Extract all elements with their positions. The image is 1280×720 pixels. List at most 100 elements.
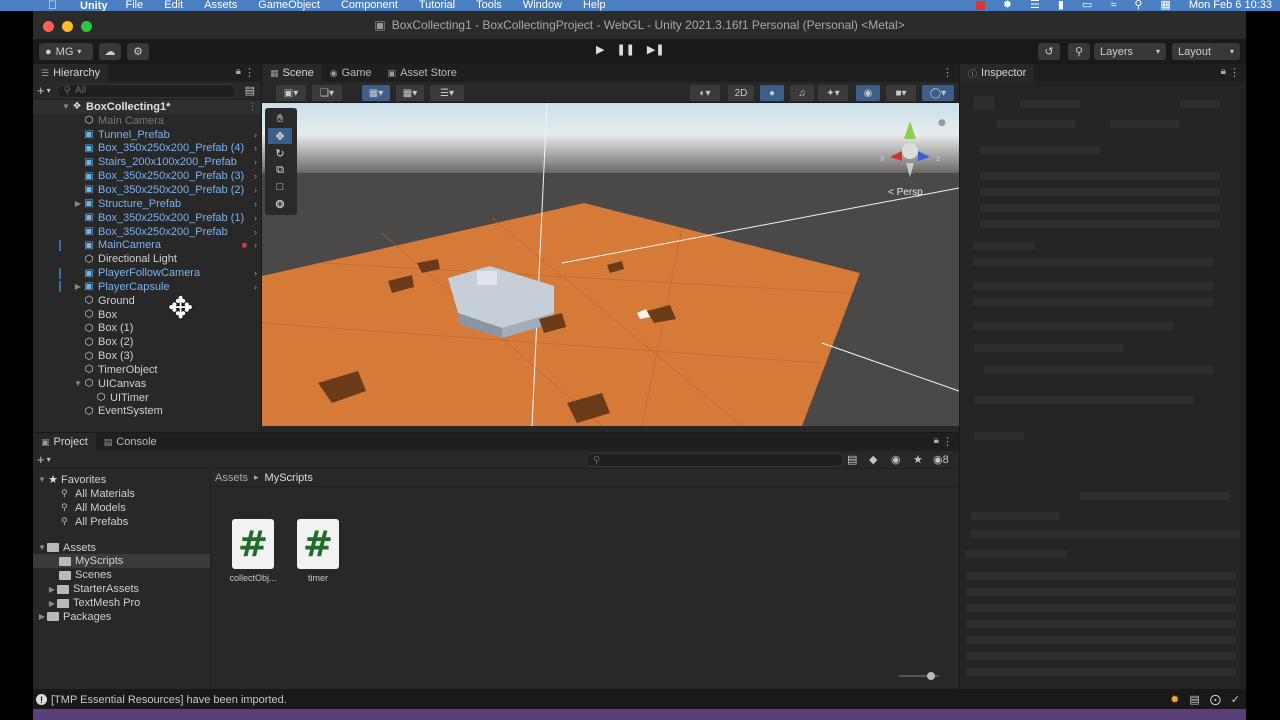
zoom-window-button[interactable] bbox=[81, 21, 92, 32]
search-button[interactable]: ⚲ bbox=[1068, 43, 1090, 60]
hierarchy-item[interactable]: ▣ Box_350x250x200_Prefab › bbox=[33, 225, 261, 239]
draw-mode-dropdown[interactable]: ▣▾ bbox=[276, 85, 306, 101]
ruler-button[interactable]: ☰▾ bbox=[430, 85, 464, 101]
snap-increment-button[interactable]: ▦▾ bbox=[396, 85, 424, 101]
hierarchy-item[interactable]: ⬡ Box (1) bbox=[33, 322, 261, 336]
favorites-row[interactable]: ▼ ★ Favorites bbox=[33, 473, 210, 487]
tray-app-icon[interactable]: ✹ bbox=[1003, 0, 1012, 11]
hierarchy-item[interactable]: ▶ ▣ PlayerCapsule › bbox=[33, 280, 261, 294]
camera-settings-dropdown[interactable]: ■▾ bbox=[886, 85, 916, 101]
effects-dropdown[interactable]: ✦▾ bbox=[818, 85, 848, 101]
more-options-icon[interactable]: ⋮ bbox=[942, 66, 953, 79]
hierarchy-item[interactable]: ⬡ Main Camera bbox=[33, 114, 261, 128]
chevron-right-icon[interactable]: › bbox=[254, 157, 257, 167]
chevron-right-icon[interactable]: › bbox=[254, 185, 257, 195]
scale-tool-icon[interactable]: ⧉ bbox=[268, 162, 292, 178]
expand-arrow-icon[interactable]: ▶ bbox=[47, 585, 57, 594]
more-options-icon[interactable]: ⋮ bbox=[1229, 66, 1240, 79]
add-icon[interactable]: + bbox=[37, 452, 45, 467]
tab-game[interactable]: ◉ Game bbox=[322, 64, 380, 82]
tab-inspector[interactable]: ⓘ Inspector bbox=[960, 64, 1035, 82]
play-button[interactable]: ▶ bbox=[596, 43, 604, 56]
hierarchy-item[interactable]: ▣ Box_350x250x200_Prefab (4) › bbox=[33, 142, 261, 156]
persp-label[interactable]: < Persp bbox=[888, 187, 923, 198]
tab-project[interactable]: ▣ Project bbox=[33, 433, 96, 451]
favorite-item[interactable]: ⚲ All Prefabs bbox=[33, 515, 210, 529]
close-window-button[interactable] bbox=[43, 21, 54, 32]
cache-server-icon[interactable]: ▤ bbox=[1189, 693, 1199, 706]
menu-edit[interactable]: Edit bbox=[164, 0, 183, 11]
grid-snap-button[interactable]: ▦▾ bbox=[362, 85, 390, 101]
folder-textmeshpro[interactable]: ▶ TextMesh Pro bbox=[33, 596, 210, 610]
collab-button[interactable]: ⚙ bbox=[127, 43, 149, 60]
menubar-clock[interactable]: Mon Feb 6 10:33 bbox=[1189, 0, 1272, 11]
rotate-tool-icon[interactable]: ↻ bbox=[268, 145, 292, 161]
tag-icon[interactable]: ◉ bbox=[891, 453, 901, 466]
hierarchy-item[interactable]: ▣ Box_350x250x200_Prefab (2) › bbox=[33, 183, 261, 197]
hierarchy-search-input[interactable]: ⚲ All bbox=[56, 83, 237, 98]
hidden-packages-toggle[interactable]: ◉8 bbox=[933, 453, 949, 466]
assets-row[interactable]: ▼ Assets bbox=[33, 541, 210, 555]
breadcrumb-root[interactable]: Assets bbox=[215, 472, 248, 484]
cloud-button[interactable]: ☁ bbox=[99, 43, 121, 60]
folder-scenes[interactable]: Scenes bbox=[33, 568, 210, 582]
search-by-type-icon[interactable]: ▤ bbox=[847, 453, 857, 466]
hierarchy-item[interactable]: ▣ Box_350x250x200_Prefab (1) › bbox=[33, 211, 261, 225]
camera-gizmo-icon[interactable]: ■ bbox=[242, 240, 247, 250]
apple-icon[interactable]:  bbox=[48, 0, 70, 11]
expand-arrow-icon[interactable]: ▼ bbox=[61, 102, 71, 111]
toggle-2d-button[interactable]: 2D bbox=[728, 85, 754, 101]
layers-dropdown[interactable]: Layers ▾ bbox=[1094, 43, 1166, 60]
menu-help[interactable]: Help bbox=[583, 0, 606, 11]
slider-handle[interactable] bbox=[927, 672, 935, 680]
favorite-star-icon[interactable]: ★ bbox=[913, 453, 923, 466]
menu-assets[interactable]: Assets bbox=[204, 0, 237, 11]
script-asset[interactable]: # timer bbox=[287, 519, 349, 583]
favorite-item[interactable]: ⚲ All Models bbox=[33, 501, 210, 515]
move-tool-icon[interactable]: ✥ bbox=[268, 128, 292, 144]
favorite-item[interactable]: ⚲ All Materials bbox=[33, 487, 210, 501]
expand-arrow-icon[interactable]: ▶ bbox=[37, 612, 47, 621]
hierarchy-item[interactable]: ▶ ▣ Structure_Prefab › bbox=[33, 197, 261, 211]
settings-check-icon[interactable]: ✓ bbox=[1231, 693, 1240, 706]
expand-arrow-icon[interactable]: ▼ bbox=[37, 543, 47, 552]
menu-file[interactable]: File bbox=[126, 0, 144, 11]
scene-viewport[interactable]: x z < Persp ● ✋︎ ✥ ↻ ⧉ □ ❂ bbox=[262, 103, 959, 426]
progress-spinner-icon[interactable]: ✹ bbox=[1170, 693, 1179, 706]
breadcrumb-current[interactable]: MyScripts bbox=[265, 472, 313, 484]
hierarchy-item[interactable]: ▣ Box_350x250x200_Prefab (3) › bbox=[33, 169, 261, 183]
visibility-toggle-button[interactable]: ◉ bbox=[856, 85, 880, 101]
rect-tool-icon[interactable]: □ bbox=[268, 179, 292, 195]
render-mode-dropdown[interactable]: ❏▾ bbox=[312, 85, 342, 101]
display-icon[interactable]: ▭ bbox=[1082, 0, 1092, 11]
lock-icon[interactable]: ● bbox=[938, 118, 946, 128]
chevron-right-icon[interactable]: › bbox=[254, 199, 257, 209]
spotlight-icon[interactable]: ⚲ bbox=[1134, 0, 1142, 11]
control-center-icon[interactable]: ▦ bbox=[1160, 0, 1170, 11]
expand-arrow-icon[interactable]: ▶ bbox=[47, 599, 57, 608]
chevron-down-icon[interactable]: ▾ bbox=[47, 455, 51, 464]
chevron-right-icon[interactable]: › bbox=[254, 240, 257, 250]
more-options-icon[interactable]: ⋮ bbox=[248, 101, 257, 112]
hierarchy-item[interactable]: ▣ Stairs_200x100x200_Prefab › bbox=[33, 155, 261, 169]
hand-tool-icon[interactable]: ✋︎ bbox=[268, 111, 292, 127]
scene-root-row[interactable]: ▼ ❖ BoxCollecting1* ⋮ bbox=[33, 100, 261, 114]
hierarchy-item[interactable]: ⬡ TimerObject bbox=[33, 363, 261, 377]
expand-arrow-icon[interactable]: ▼ bbox=[73, 379, 83, 388]
hierarchy-item[interactable]: ⬡ UITimer bbox=[33, 391, 261, 405]
status-message[interactable]: [TMP Essential Resources] have been impo… bbox=[51, 694, 287, 706]
camera-orbit-dropdown[interactable]: ◐▾ bbox=[690, 85, 720, 101]
project-search-input[interactable]: ⚲ bbox=[586, 453, 844, 467]
filter-icon[interactable]: ▤ bbox=[245, 84, 255, 97]
wifi-icon[interactable]: ≈ bbox=[1110, 0, 1116, 11]
menu-tools[interactable]: Tools bbox=[476, 0, 502, 11]
hierarchy-item[interactable]: ⬡ Box (3) bbox=[33, 349, 261, 363]
packages-row[interactable]: ▶ Packages bbox=[33, 610, 210, 624]
history-button[interactable]: ↺ bbox=[1038, 43, 1060, 60]
hierarchy-item[interactable]: ⬡ Box bbox=[33, 308, 261, 322]
hierarchy-item[interactable]: ▣ Tunnel_Prefab › bbox=[33, 128, 261, 142]
lock-icon[interactable]: 🔒︎ bbox=[934, 435, 939, 446]
pause-button[interactable]: ❚❚ bbox=[616, 43, 634, 56]
lighting-toggle-button[interactable]: ● bbox=[760, 85, 784, 101]
chevron-right-icon[interactable]: › bbox=[254, 227, 257, 237]
